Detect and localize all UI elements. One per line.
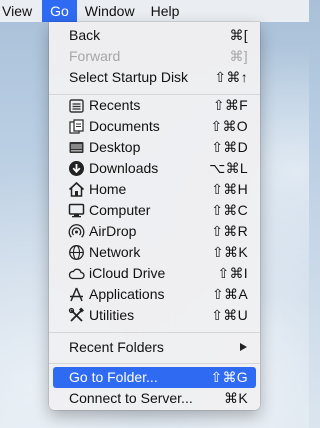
menu-item-label: Home: [89, 181, 127, 197]
utilities-icon: [68, 307, 84, 322]
home-icon: [68, 181, 85, 197]
menu-item-label: Utilities: [89, 307, 135, 323]
menu-item-label: Recent Folders: [69, 339, 164, 355]
menu-item-label: iCloud Drive: [89, 265, 166, 281]
menu-item-network[interactable]: Network ⇧⌘K: [49, 242, 260, 263]
menu-item-utilities[interactable]: Utilities ⇧⌘U: [49, 305, 260, 326]
menu-item-documents[interactable]: Documents ⇧⌘O: [49, 116, 260, 137]
shortcut: ⇧⌘O: [210, 118, 248, 134]
icloud-icon: [68, 268, 85, 280]
shortcut: ⇧⌘F: [212, 97, 248, 113]
menu-bar: View Go Window Help: [0, 0, 309, 22]
shortcut: ⇧⌘A: [212, 286, 248, 302]
shortcut: ⌘]: [229, 48, 248, 64]
menu-item-label: AirDrop: [89, 223, 137, 239]
shortcut: ⇧⌘I: [217, 265, 248, 281]
separator: [49, 363, 260, 364]
menu-item-icloud-drive[interactable]: iCloud Drive ⇧⌘I: [49, 263, 260, 284]
menu-go[interactable]: Go: [42, 0, 77, 22]
shortcut: ⇧⌘↑: [214, 69, 248, 85]
menu-item-home[interactable]: Home ⇧⌘H: [49, 179, 260, 200]
menu-item-back[interactable]: Back ⌘[: [49, 25, 260, 46]
menu-item-recents[interactable]: Recents ⇧⌘F: [49, 95, 260, 116]
menu-item-label: Select Startup Disk: [69, 69, 189, 85]
shortcut: ⇧⌘D: [211, 139, 248, 155]
menu-help[interactable]: Help: [143, 0, 188, 22]
documents-icon: [69, 119, 84, 134]
menu-item-select-startup-disk[interactable]: Select Startup Disk ⇧⌘↑: [49, 67, 260, 88]
shortcut: ⇧⌘G: [210, 369, 248, 385]
recents-icon: [69, 99, 84, 113]
shortcut: ⇧⌘K: [212, 244, 248, 260]
submenu-arrow-icon: [240, 343, 247, 351]
separator: [49, 332, 260, 333]
menu-item-downloads[interactable]: Downloads ⌥⌘L: [49, 158, 260, 179]
menu-item-recent-folders[interactable]: Recent Folders: [49, 337, 260, 358]
shortcut: ⌥⌘L: [209, 160, 248, 176]
menu-item-label: Forward: [69, 48, 121, 64]
menu-window[interactable]: Window: [77, 0, 143, 22]
menu-item-forward[interactable]: Forward ⌘]: [49, 46, 260, 67]
computer-icon: [68, 203, 85, 218]
desktop-icon: [69, 142, 84, 153]
menu-item-applications[interactable]: Applications ⇧⌘A: [49, 284, 260, 305]
menu-item-computer[interactable]: Computer ⇧⌘C: [49, 200, 260, 221]
downloads-icon: [69, 161, 84, 176]
menu-view[interactable]: View: [0, 0, 42, 22]
menu-item-label: Desktop: [89, 139, 141, 155]
menu-item-label: Applications: [89, 286, 165, 302]
applications-icon: [70, 287, 83, 302]
airdrop-icon: [68, 224, 85, 238]
shortcut: ⌘[: [229, 27, 248, 43]
menu-item-label: Network: [89, 244, 141, 260]
shortcut: ⌘K: [224, 390, 248, 406]
menu-item-airdrop[interactable]: AirDrop ⇧⌘R: [49, 221, 260, 242]
menu-item-label: Computer: [89, 202, 151, 218]
shortcut: ⇧⌘U: [211, 307, 248, 323]
menu-item-desktop[interactable]: Desktop ⇧⌘D: [49, 137, 260, 158]
menu-item-label: Back: [69, 27, 101, 43]
menu-item-connect-to-server[interactable]: Connect to Server... ⌘K: [49, 388, 260, 409]
shortcut: ⇧⌘R: [211, 223, 248, 239]
menu-item-label: Recents: [89, 97, 141, 113]
shortcut: ⇧⌘H: [211, 181, 248, 197]
go-menu-dropdown: Back ⌘[ Forward ⌘] Select Startup Disk ⇧…: [49, 22, 260, 410]
menu-item-label: Documents: [89, 118, 160, 134]
network-icon: [69, 245, 84, 260]
menu-item-label: Downloads: [89, 160, 159, 176]
menu-item-label: Go to Folder...: [69, 369, 158, 385]
menu-item-label: Connect to Server...: [69, 390, 193, 406]
menu-item-go-to-folder[interactable]: Go to Folder... ⇧⌘G: [53, 367, 256, 388]
shortcut: ⇧⌘C: [211, 202, 248, 218]
